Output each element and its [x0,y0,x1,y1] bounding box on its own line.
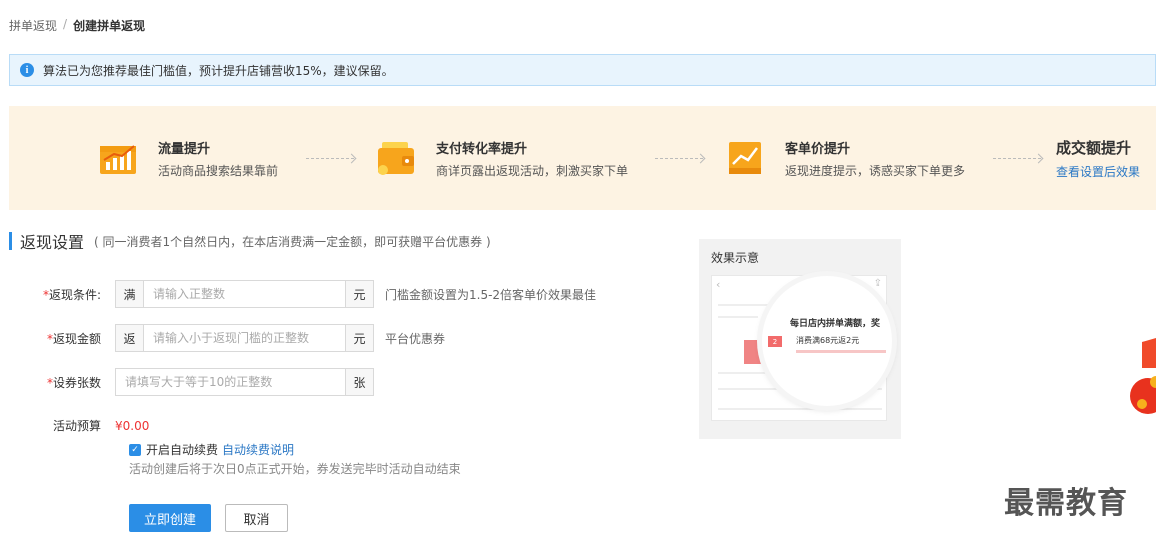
budget-value: ¥0.00 [115,418,150,433]
condition-hint: 门槛金额设置为1.5-2倍客单价效果最佳 [385,287,597,302]
activity-note: 活动创建后将于次日0点正式开始，券发送完毕时活动自动结束 [129,462,461,476]
price-chart-icon [723,138,767,178]
step-payment: 支付转化率提升 商详页露出返现活动，刺激买家下单 [374,106,628,210]
traffic-chart-icon [96,138,140,178]
auto-renew-label[interactable]: 开启自动续费 [146,441,218,458]
benefit-steps-banner: 流量提升 活动商品搜索结果靠前 支付转化率提升 商详页露出返现活动，刺激买家下单 [9,106,1156,210]
budget-label: 活动预算 [52,419,101,433]
count-suffix: 张 [345,369,373,395]
step-arrow [993,158,1041,159]
create-button[interactable]: 立即创建 [129,504,211,532]
step-desc: 商详页露出返现活动，刺激买家下单 [436,163,629,178]
amount-hint: 平台优惠券 [385,331,446,346]
section-subtitle: ( 同一消费者1个自然日内，在本店消费满一定金额，即可获赠平台优惠券 ) [94,234,491,249]
watermark: 最需教育 [1004,486,1128,521]
form-row-amount: *返现金额 返 元 平台优惠券 [0,324,445,352]
amount-suffix: 元 [345,325,373,351]
condition-prefix: 满 [116,281,144,307]
step-desc: 活动商品搜索结果靠前 [158,163,279,178]
step-gmv: 成交额提升 查看设置后效果 [1056,106,1140,210]
breadcrumb-separator: / [63,17,68,31]
breadcrumb-parent[interactable]: 拼单返现 [9,17,57,34]
back-icon: ‹ [716,278,721,291]
auto-renew-checkbox[interactable]: ✓ [129,443,141,456]
share-icon: ⇪ [873,278,882,289]
page: 拼单返现 / 创建拼单返现 i 算法已为您推荐最佳门槛值，预计提升店铺营收15%… [0,0,1156,535]
count-label: 设券张数 [52,375,101,390]
step-arrow [306,158,354,159]
amount-prefix: 返 [116,325,144,351]
coupon-progress [796,350,886,353]
condition-label: 返现条件: [48,287,101,302]
breadcrumb-current: 创建拼单返现 [73,19,146,33]
step-desc: 返现进度提示，诱惑买家下单更多 [785,163,966,178]
form-row-condition: *返现条件: 满 元 门槛金额设置为1.5-2倍客单价效果最佳 [0,280,596,308]
coupon-badge: 2 [768,336,782,347]
info-icon: i [20,63,34,77]
step-price: 客单价提升 返现进度提示，诱惑买家下单更多 [723,106,965,210]
form-row-budget: 活动预算 ¥0.00 [0,417,149,434]
section-title: 返现设置 [20,233,85,252]
count-input[interactable] [116,369,345,395]
cancel-button[interactable]: 取消 [225,504,288,532]
step-traffic: 流量提升 活动商品搜索结果靠前 [96,106,278,210]
red-envelope-decoration-icon [1128,338,1156,418]
section-accent-bar [9,232,12,250]
auto-renew-row: ✓ 开启自动续费 自动续费说明 [129,441,294,458]
wallet-icon [374,138,418,178]
breadcrumb: 拼单返现 / 创建拼单返现 [9,17,145,34]
step-title: 成交额提升 [1056,138,1132,157]
auto-renew-help-link[interactable]: 自动续费说明 [222,441,294,458]
info-banner: i 算法已为您推荐最佳门槛值，预计提升店铺营收15%，建议保留。 [9,54,1156,86]
magnifier-text: 每日店内拼单满额，奖 [790,319,881,329]
form-row-count: *设券张数 张 [0,368,374,396]
step-title: 客单价提升 [785,141,851,157]
step-title: 流量提升 [158,141,211,157]
preview-magnifier: 每日店内拼单满额，奖 2 消费满68元返2元 [762,276,892,406]
amount-label: 返现金额 [52,331,101,346]
amount-input-group: 返 元 [115,324,374,352]
condition-input[interactable] [144,281,345,307]
preview-title: 效果示意 [711,251,760,265]
amount-input[interactable] [144,325,345,351]
step-title: 支付转化率提升 [436,141,528,157]
info-text: 算法已为您推荐最佳门槛值，预计提升店铺营收15%，建议保留。 [43,63,394,78]
condition-input-group: 满 元 [115,280,374,308]
coupon-text: 消费满68元返2元 [796,336,860,345]
condition-suffix: 元 [345,281,373,307]
section-header: 返现设置 ( 同一消费者1个自然日内，在本店消费满一定金额，即可获赠平台优惠券 … [9,229,491,253]
step-arrow [655,158,703,159]
count-input-group: 张 [115,368,374,396]
view-effect-link[interactable]: 查看设置后效果 [1056,163,1140,180]
